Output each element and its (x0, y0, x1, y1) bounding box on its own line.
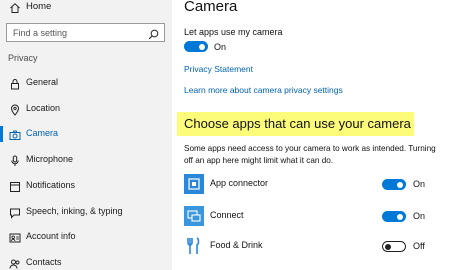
app-connector-toggle[interactable] (382, 179, 406, 190)
microphone-icon (9, 154, 21, 172)
app-toggle-state: On (413, 179, 426, 189)
camera-icon (9, 128, 21, 146)
let-apps-state: On (214, 42, 227, 52)
food-drink-toggle[interactable] (382, 241, 406, 252)
home-label: Home (26, 1, 52, 12)
sidebar-item-label: Account info (26, 231, 76, 241)
search-box[interactable] (6, 23, 165, 42)
let-apps-label: Let apps use my camera (184, 27, 283, 37)
general-lock-icon (9, 77, 21, 95)
app-toggle-state: Off (413, 241, 425, 251)
search-icon[interactable] (148, 27, 159, 45)
sidebar: Home Privacy General Location Camera (0, 0, 172, 270)
sidebar-item-microphone[interactable]: Microphone (0, 150, 172, 170)
connect-icon (184, 206, 204, 226)
page-title: Camera (184, 0, 238, 15)
app-name: Connect (210, 210, 244, 220)
sidebar-item-notifications[interactable]: Notifications (0, 176, 172, 196)
sidebar-item-account-info[interactable]: Account info (0, 227, 172, 247)
speech-icon (9, 206, 21, 224)
sidebar-item-camera[interactable]: Camera (0, 124, 172, 144)
toggle-knob (199, 43, 205, 50)
toggle-knob (385, 243, 391, 250)
sidebar-item-label: Speech, inking, & typing (26, 206, 123, 216)
sidebar-item-label: General (26, 77, 59, 87)
home-icon (9, 1, 21, 19)
search-input[interactable] (7, 24, 142, 41)
choose-apps-heading: Choose apps that can use your camera (184, 116, 411, 131)
connect-toggle[interactable] (382, 211, 406, 222)
let-apps-toggle[interactable] (184, 41, 208, 52)
toggle-knob (397, 213, 403, 220)
app-name: Food & Drink (210, 240, 263, 250)
app-connector-icon (184, 174, 204, 194)
sidebar-item-general[interactable]: General (0, 73, 172, 93)
app-name: App connector (210, 178, 269, 188)
location-pin-icon (9, 103, 21, 121)
contacts-icon (9, 257, 21, 270)
app-row-connect: Connect On (172, 206, 450, 230)
privacy-statement-link[interactable]: Privacy Statement (184, 64, 253, 74)
sidebar-item-label: Notifications (26, 180, 76, 190)
section-title: Privacy (8, 53, 38, 63)
description-text: Some apps need access to your camera to … (184, 144, 436, 165)
app-row-food-drink: Food & Drink Off (172, 236, 450, 260)
notifications-icon (9, 180, 21, 198)
sidebar-item-contacts[interactable]: Contacts (0, 253, 172, 270)
toggle-knob (397, 181, 403, 188)
home-nav-item[interactable]: Home (0, 0, 172, 16)
learn-more-link[interactable]: Learn more about camera privacy settings (184, 85, 343, 95)
sidebar-item-speech[interactable]: Speech, inking, & typing (0, 202, 172, 222)
sidebar-item-label: Camera (26, 128, 59, 138)
sidebar-item-location[interactable]: Location (0, 99, 172, 119)
food-drink-icon (184, 236, 204, 256)
app-row-app-connector: App connector On (172, 174, 450, 198)
main-content: Camera Let apps use my camera On Privacy… (172, 0, 450, 270)
app-toggle-state: On (413, 211, 426, 221)
sidebar-item-label: Contacts (26, 257, 62, 267)
account-info-icon (9, 231, 21, 249)
sidebar-item-label: Microphone (26, 154, 74, 164)
sidebar-item-label: Location (26, 103, 61, 113)
